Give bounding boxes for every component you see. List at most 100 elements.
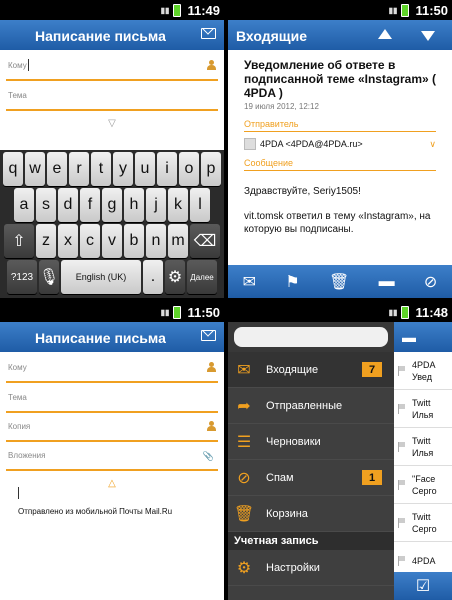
space-key[interactable]: English (UK) (61, 260, 141, 294)
key-o[interactable]: o (179, 152, 199, 186)
app-header: Написание письма (0, 322, 224, 352)
flag-icon[interactable] (398, 365, 406, 376)
prev-message-icon[interactable] (378, 29, 392, 39)
folder-icon[interactable]: ▬ (394, 322, 452, 352)
flag-icon[interactable] (398, 479, 406, 490)
subject-field[interactable]: Тема (6, 389, 218, 413)
expand-fields-icon[interactable]: ▽ (0, 118, 224, 129)
subject-field[interactable]: Тема (6, 87, 218, 111)
signature: Отправлено из мобильной Почты Mail.Ru (18, 507, 173, 516)
key-g[interactable]: g (102, 188, 122, 222)
sender-row[interactable]: 4PDA <4PDA@4PDA.ru> ∨ (244, 138, 436, 150)
status-time: 11:50 (415, 2, 448, 18)
sidebar-item-spam[interactable]: ⊘ Спам 1 (228, 460, 394, 496)
sidebar-item-sent[interactable]: ➦ Отправленные (228, 388, 394, 424)
to-field[interactable]: Кому (6, 57, 218, 81)
key-l[interactable]: l (190, 188, 210, 222)
status-bar: ▮▮ 11:49 (0, 0, 224, 20)
to-field[interactable]: Кому (6, 359, 218, 383)
signal-icon: ▮▮ (160, 307, 170, 317)
message-date: 19 июля 2012, 12:12 (244, 102, 319, 111)
key-a[interactable]: a (14, 188, 34, 222)
backspace-key[interactable]: ⌫ (190, 224, 220, 258)
dot-key[interactable]: . (143, 260, 163, 294)
signal-icon: ▮▮ (388, 307, 398, 317)
flag-icon[interactable] (398, 441, 406, 452)
cc-field[interactable]: Копия (6, 418, 218, 442)
folders-menu-screen: ▮▮ 11:48 ✉ Входящие 7 ➦ Отправленные ☰ Чернови… (228, 302, 452, 600)
status-time: 11:50 (187, 304, 220, 320)
sidebar-item-label: Корзина (266, 507, 308, 520)
reply-icon[interactable]: ✉ (243, 272, 256, 292)
text-caret (18, 487, 19, 499)
key-t[interactable]: t (91, 152, 111, 186)
list-item[interactable]: "Face Серго (394, 466, 452, 504)
folder-icon[interactable]: ▬ (379, 273, 395, 291)
key-e[interactable]: e (47, 152, 67, 186)
list-item[interactable]: Twitt Илья (394, 428, 452, 466)
sidebar-item-drafts[interactable]: ☰ Черновики (228, 424, 394, 460)
list-item-sender: 4PDA (412, 555, 436, 566)
text-caret (28, 59, 29, 71)
mic-key[interactable]: 🎙 (39, 260, 59, 294)
list-item[interactable]: Twitt Серго (394, 504, 452, 542)
checkbox-icon[interactable]: ☑ (394, 572, 452, 600)
contact-icon[interactable] (206, 362, 216, 372)
sent-icon: ➦ (237, 397, 251, 415)
gear-icon: ⚙ (236, 559, 252, 577)
flag-icon[interactable] (398, 403, 406, 414)
key-q[interactable]: q (3, 152, 23, 186)
contact-icon[interactable] (206, 421, 216, 431)
list-item-sender: Twitt Илья (412, 397, 434, 420)
flag-icon[interactable]: ⚑ (285, 272, 299, 292)
key-p[interactable]: p (201, 152, 221, 186)
key-n[interactable]: n (146, 224, 166, 258)
key-h[interactable]: h (124, 188, 144, 222)
key-w[interactable]: w (25, 152, 45, 186)
key-i[interactable]: i (157, 152, 177, 186)
list-item[interactable]: Twitt Илья (394, 390, 452, 428)
next-message-icon[interactable] (421, 31, 435, 41)
trash-icon[interactable]: 🗑 (329, 272, 349, 292)
list-item-sender: Twitt Серго (412, 511, 437, 534)
key-y[interactable]: y (113, 152, 133, 186)
key-k[interactable]: k (168, 188, 188, 222)
attachments-field[interactable]: Вложения 📎 (6, 447, 218, 471)
list-item-sender: Twitt Илья (412, 435, 434, 458)
key-z[interactable]: z (36, 224, 56, 258)
paperclip-icon[interactable]: 📎 (203, 451, 214, 462)
key-d[interactable]: d (58, 188, 78, 222)
battery-icon (173, 305, 182, 319)
spam-icon[interactable]: ⊘ (424, 272, 437, 292)
key-v[interactable]: v (102, 224, 122, 258)
key-f[interactable]: f (80, 188, 100, 222)
key-x[interactable]: x (58, 224, 78, 258)
flag-icon[interactable] (398, 517, 406, 528)
sidebar-item-inbox[interactable]: ✉ Входящие 7 (228, 352, 394, 388)
key-u[interactable]: u (135, 152, 155, 186)
send-mail-icon[interactable] (201, 330, 216, 341)
key-r[interactable]: r (69, 152, 89, 186)
key-b[interactable]: b (124, 224, 144, 258)
key-j[interactable]: j (146, 188, 166, 222)
shift-key[interactable]: ⇧ (4, 224, 34, 258)
message-section-label: Сообщение (244, 158, 436, 171)
send-mail-icon[interactable] (201, 28, 216, 39)
key-c[interactable]: c (80, 224, 100, 258)
next-key[interactable]: Далее (187, 260, 217, 294)
flag-icon[interactable] (398, 555, 406, 566)
chevron-down-icon[interactable]: ∨ (429, 139, 436, 150)
account-section-header: Учетная запись (228, 532, 394, 550)
compose-body[interactable]: Отправлено из мобильной Почты Mail.Ru (0, 487, 224, 516)
list-item[interactable]: 4PDA Увед (394, 352, 452, 390)
message-list-peek: ▬ 4PDA Увед Twitt Илья Twitt Илья "Face Сер… (394, 322, 452, 600)
account-header[interactable] (228, 322, 394, 352)
sidebar-item-settings[interactable]: ⚙ Настройки (228, 550, 394, 586)
mode-key[interactable]: ?123 (7, 260, 37, 294)
key-s[interactable]: s (36, 188, 56, 222)
contact-icon[interactable] (206, 60, 216, 70)
sidebar-item-trash[interactable]: 🗑 Корзина (228, 496, 394, 532)
battery-icon (401, 305, 410, 319)
key-m[interactable]: m (168, 224, 188, 258)
settings-key[interactable]: ⚙ (165, 260, 185, 294)
